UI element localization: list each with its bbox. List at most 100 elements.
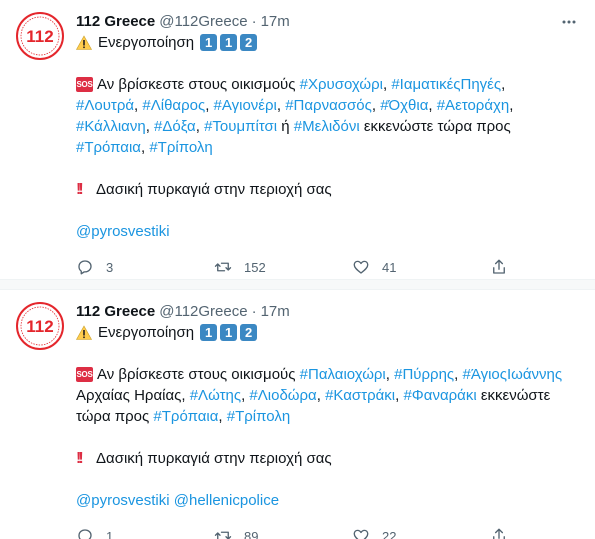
author-handle[interactable]: @112Greece (159, 12, 247, 32)
message-text: εκκενώστε (480, 387, 551, 404)
hashtag-link[interactable]: #Αετοράχη (437, 95, 510, 116)
tweet-separator (0, 279, 595, 290)
warning-icon (76, 324, 92, 340)
warning-icon (76, 34, 92, 50)
activation-line: Ενεργοποίηση 1 1 2 (76, 32, 579, 53)
activation-label: Ενεργοποίηση (98, 324, 195, 341)
or-word: ή (281, 118, 290, 135)
message-line: SOS Αν βρίσκεστε στους οικισμούς #Παλαιο… (76, 364, 563, 385)
reply-count: 3 (106, 259, 114, 275)
more-options-button[interactable] (559, 12, 579, 32)
like-button[interactable]: 41 (352, 258, 490, 276)
reply-count: 1 (106, 528, 114, 539)
share-button[interactable] (490, 527, 520, 539)
like-icon (353, 260, 369, 274)
retweet-count: 89 (244, 528, 259, 539)
mention-link[interactable]: @hellenicpolice (174, 490, 279, 511)
message-line: #Τρόπαια, #Τρίπολη (76, 137, 213, 158)
hashtag-link[interactable]: #Παλαιοχώρι (300, 364, 386, 385)
message-line: τώρα προς #Τρόπαια, #Τρίπολη (76, 406, 291, 427)
tweet[interactable]: 112 112 Greece @112Greece · 17m Ενεργοπο… (0, 0, 595, 279)
sos-icon: SOS (76, 367, 93, 382)
separator-dot: · (251, 303, 257, 320)
keycap-1: 1 (220, 324, 238, 341)
hashtag-link[interactable]: #Πύρρης (394, 364, 454, 385)
reply-icon (78, 529, 92, 539)
like-button[interactable]: 22 (352, 527, 490, 539)
message-text: τώρα προς (76, 408, 150, 425)
author-handle[interactable]: @112Greece (159, 302, 247, 322)
message-text: Αρχαίας Ηραίας, (76, 387, 186, 404)
avatar-logo-text: 112 (26, 317, 53, 336)
hashtag-link[interactable]: #Καστράκι (325, 385, 395, 406)
hashtag-link[interactable]: #Λουτρά (76, 95, 134, 116)
reply-icon (78, 260, 92, 275)
hashtag-link[interactable]: #Φαναράκι (403, 385, 476, 406)
retweet-icon (214, 531, 232, 539)
hashtag-link[interactable]: #Μελιδόνι (294, 116, 360, 137)
share-icon (493, 259, 505, 274)
message-line: #Κάλλιανη, #Δόξα, #Τουμπίτσι ή #Μελιδόνι… (76, 116, 511, 137)
hashtag-link[interactable]: #Παρνασσός (285, 95, 372, 116)
author-name[interactable]: 112 Greece (76, 12, 155, 32)
keycap-2: 2 (240, 34, 258, 51)
message-text: Αν βρίσκεστε στους οικισμούς (97, 76, 296, 93)
hashtag-link[interactable]: #Αγιονέρι (214, 95, 277, 116)
keycap-2: 2 (240, 324, 258, 341)
share-button[interactable] (490, 258, 520, 276)
mention-link[interactable]: @pyrosvestiki (76, 221, 170, 242)
share-icon (493, 528, 505, 539)
message-line: SOS Αν βρίσκεστε στους οικισμούς #Χρυσοχ… (76, 74, 506, 95)
hashtag-link[interactable]: #Κάλλιανη (76, 116, 146, 137)
hashtag-link[interactable]: #Τρόπαια (153, 406, 218, 427)
hashtag-link[interactable]: #Λίθαρος (142, 95, 205, 116)
separator-dot: · (251, 13, 257, 30)
tweet-text: Ενεργοποίηση 1 1 2 SOS Αν βρίσκεστε στου… (76, 322, 579, 511)
author-name[interactable]: 112 Greece (76, 302, 155, 322)
hashtag-link[interactable]: #ΆγιοςΙωάννης (462, 364, 562, 385)
avatar-logo-icon: 112 (16, 302, 64, 350)
tweet-actions: 1 89 22 (76, 526, 579, 539)
keycap-1: 1 (200, 34, 218, 51)
hashtag-link[interactable]: #Τρόπαια (76, 137, 141, 158)
retweet-button[interactable]: 89 (214, 527, 352, 539)
reply-button[interactable]: 3 (76, 258, 214, 276)
tweet[interactable]: 112 112 Greece @112Greece · 17m Ενεργοπο… (0, 290, 595, 539)
activation-line: Ενεργοποίηση 1 1 2 (76, 322, 579, 343)
hashtag-link[interactable]: #Χρυσοχώρι (300, 74, 383, 95)
message-text: εκκενώστε τώρα προς (363, 118, 511, 135)
hashtag-link[interactable]: #Τουμπίτσι (204, 116, 277, 137)
retweet-button[interactable]: 152 (214, 258, 352, 276)
retweet-count: 152 (244, 259, 266, 275)
more-options-icon (562, 20, 576, 24)
hashtag-link[interactable]: #Όχθια (380, 95, 428, 116)
like-count: 41 (382, 259, 397, 275)
warning-line: !! Δασική πυρκαγιά στην περιοχή σας (76, 448, 579, 469)
tweet-header: 112 Greece @112Greece · 17m (76, 12, 579, 32)
hashtag-link[interactable]: #Δόξα (154, 116, 196, 137)
double-exclamation-icon: !! (76, 450, 84, 467)
hashtag-link[interactable]: #Τρίπολη (149, 137, 212, 158)
message-line: Αρχαίας Ηραίας, #Λώτης, #Λιοδώρα, #Καστρ… (76, 385, 551, 406)
timestamp[interactable]: 17m (261, 12, 290, 32)
warning-text: Δασική πυρκαγιά στην περιοχή σας (96, 450, 332, 467)
timestamp[interactable]: 17m (261, 302, 290, 322)
mentions-line: @pyrosvestiki (76, 221, 579, 242)
like-icon (353, 529, 369, 539)
avatar[interactable]: 112 (16, 12, 64, 60)
avatar[interactable]: 112 (16, 302, 64, 350)
tweet-text: Ενεργοποίηση 1 1 2 SOS Αν βρίσκεστε στου… (76, 32, 579, 242)
hashtag-link[interactable]: #ΙαματικέςΠηγές (391, 74, 501, 95)
activation-label: Ενεργοποίηση (98, 34, 195, 51)
warning-text: Δασική πυρκαγιά στην περιοχή σας (96, 181, 332, 198)
hashtag-link[interactable]: #Λιοδώρα (249, 385, 316, 406)
mention-link[interactable]: @pyrosvestiki (76, 490, 170, 511)
hashtag-link[interactable]: #Λώτης (190, 385, 241, 406)
tweet-header: 112 Greece @112Greece · 17m (76, 302, 579, 322)
avatar-logo-text: 112 (26, 27, 53, 46)
keycap-1: 1 (200, 324, 218, 341)
tweet-actions: 3 152 41 (76, 257, 579, 277)
hashtag-link[interactable]: #Τρίπολη (227, 406, 290, 427)
reply-button[interactable]: 1 (76, 527, 214, 539)
double-exclamation-icon: !! (76, 181, 84, 198)
